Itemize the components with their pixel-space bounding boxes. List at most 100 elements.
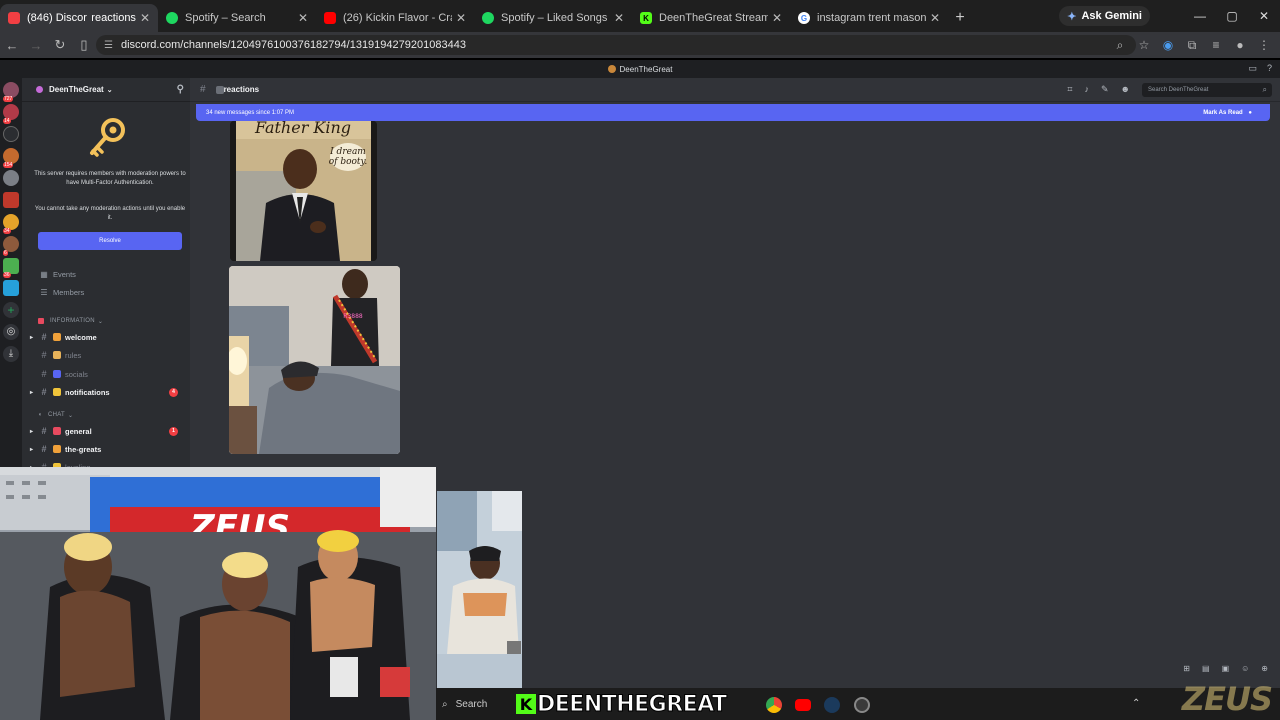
spotify-favicon-icon: [482, 12, 494, 24]
resolve-button[interactable]: Resolve: [38, 232, 182, 250]
channel-welcome[interactable]: ▸ # welcome: [30, 329, 186, 345]
server-icon[interactable]: [3, 170, 19, 186]
tab-label: instagram trent mason - Googl: [817, 12, 926, 24]
tab-close-icon[interactable]: ✕: [298, 11, 308, 25]
channel-name: the-greats: [65, 444, 102, 454]
gif-icon[interactable]: ▤: [1202, 664, 1210, 673]
threads-icon[interactable]: ⌗: [1067, 84, 1072, 95]
image-attachment[interactable]: R3888: [229, 266, 400, 454]
hash-icon: #: [41, 332, 47, 342]
steam-taskbar-icon[interactable]: [824, 697, 840, 713]
puzzle-icon[interactable]: ⧉: [1182, 35, 1202, 55]
server-icon[interactable]: [3, 280, 19, 296]
shirt-text: R3888: [343, 313, 363, 320]
back-arrow-icon[interactable]: ←: [0, 33, 24, 57]
category-information[interactable]: INFORMATION ⌄: [38, 315, 103, 327]
zoom-icon[interactable]: ⌕: [1110, 35, 1130, 55]
mute-bell-icon[interactable]: ♪: [1084, 84, 1089, 95]
sidebar-item-events[interactable]: ▦ Events: [38, 266, 76, 282]
server-icon[interactable]: 14: [3, 104, 19, 124]
book-title: Father King: [254, 121, 351, 137]
discover-icon[interactable]: ◎: [3, 324, 19, 340]
ask-gemini-button[interactable]: ✦ Ask Gemini: [1059, 6, 1150, 26]
search-input[interactable]: Search DeenTheGreat ⌕: [1142, 83, 1272, 97]
app-taskbar-icon[interactable]: [854, 697, 870, 713]
channel-general[interactable]: ▸ # general 1: [30, 423, 186, 439]
forward-arrow-icon[interactable]: →: [24, 33, 48, 57]
emoji-icon[interactable]: ☺: [1241, 664, 1249, 673]
sidebar-item-members[interactable]: ☰ Members: [38, 284, 84, 300]
server-icon[interactable]: 727: [3, 82, 19, 102]
tab-spotify-liked[interactable]: Spotify – Liked Songs ✕: [474, 4, 632, 32]
server-icon[interactable]: [3, 126, 19, 142]
chrome-taskbar-icon[interactable]: [766, 697, 782, 713]
tab-spotify-search[interactable]: Spotify – Search ✕: [158, 4, 316, 32]
unread-badge: 14: [3, 118, 11, 124]
search-icon: ⌕: [442, 698, 448, 710]
tab-close-icon[interactable]: ✕: [930, 11, 940, 25]
discord-favicon-icon: [8, 12, 20, 24]
close-icon[interactable]: ✕: [1248, 0, 1280, 32]
download-icon[interactable]: ⤓: [3, 346, 19, 362]
category-icon: [38, 318, 44, 324]
server-icon[interactable]: [3, 192, 19, 208]
extension-icon[interactable]: ◉: [1158, 35, 1178, 55]
channel-the-greats[interactable]: ▸ # the-greats: [30, 441, 186, 457]
youtube-taskbar-icon[interactable]: [795, 699, 811, 711]
minimize-icon[interactable]: —: [1184, 0, 1216, 32]
channel-notifications[interactable]: ▸ # notifications 4: [30, 384, 186, 400]
image-attachment[interactable]: Father King I dream of booty.: [230, 121, 377, 261]
invite-people-icon[interactable]: ⚲: [177, 84, 184, 95]
apps-icon[interactable]: ⊕: [1261, 664, 1268, 673]
url-field[interactable]: ☰ discord.com/channels/12049761003761827…: [96, 35, 1136, 55]
member-list-icon[interactable]: ☻: [1121, 84, 1130, 95]
pin-icon[interactable]: ✎: [1101, 84, 1109, 95]
tray-chevron-up-icon[interactable]: ⌃: [1132, 698, 1140, 709]
inbox-icon[interactable]: ▭: [1248, 63, 1257, 74]
tab-close-icon[interactable]: ✕: [614, 11, 624, 25]
zeus-watermark: ZEUS: [1181, 680, 1273, 718]
tab-kick-stream[interactable]: K DeenTheGreat Stream - Watch ✕: [632, 4, 790, 32]
mention-badge: 1: [169, 426, 178, 436]
server-header[interactable]: DeenTheGreat ⌄ ⚲: [22, 78, 190, 102]
channel-rules[interactable]: # rules: [30, 347, 186, 363]
new-messages-bar[interactable]: 34 new messages since 1:07 PM Mark As Re…: [196, 104, 1270, 121]
help-icon[interactable]: ?: [1267, 63, 1272, 74]
channel-emoji-icon: [53, 445, 61, 453]
server-icon: [36, 86, 43, 93]
add-server-icon[interactable]: +: [3, 302, 19, 318]
tab-discord[interactable]: (846) Discord | # reactions ✕: [0, 4, 158, 32]
split-view-icon[interactable]: ▯: [72, 33, 96, 57]
server-icon[interactable]: 34: [3, 214, 19, 234]
site-info-icon[interactable]: ☰: [104, 40, 113, 51]
channel-emoji-icon: [53, 333, 61, 341]
sticker-icon[interactable]: ▣: [1222, 664, 1230, 673]
new-tab-button[interactable]: +: [948, 4, 972, 32]
server-icon[interactable]: 154: [3, 148, 19, 168]
members-icon: ☰: [40, 287, 48, 297]
search-icon: ⌕: [1262, 85, 1267, 94]
channel-name: welcome: [65, 332, 97, 342]
server-icon[interactable]: 36: [3, 258, 19, 278]
profile-avatar[interactable]: ●: [1230, 35, 1250, 55]
kick-logo-icon: K: [516, 694, 536, 714]
bookmark-star-icon[interactable]: ☆: [1134, 35, 1154, 55]
tab-google[interactable]: G instagram trent mason - Googl ✕: [790, 4, 948, 32]
server-icon[interactable]: 6: [3, 236, 19, 256]
channel-socials[interactable]: # socials: [30, 366, 186, 382]
tab-youtube[interactable]: (26) Kickin Flavor - Crash Out 8 ✕: [316, 4, 474, 32]
tab-close-icon[interactable]: ✕: [140, 11, 150, 25]
category-chat[interactable]: ◖ CHAT ⌄: [38, 409, 73, 421]
gift-icon[interactable]: ⊞: [1183, 664, 1190, 673]
channel-emoji-icon: [53, 351, 61, 359]
tab-close-icon[interactable]: ✕: [772, 11, 782, 25]
reading-list-icon[interactable]: ≡: [1206, 35, 1226, 55]
sidebar-item-label: Members: [53, 287, 85, 297]
taskbar-search[interactable]: ⌕ Search: [442, 694, 522, 714]
maximize-icon[interactable]: ▢: [1216, 0, 1248, 32]
tab-close-icon[interactable]: ✕: [456, 11, 466, 25]
unread-badge: 36: [3, 272, 11, 278]
reload-icon[interactable]: ↻: [48, 33, 72, 57]
kebab-menu-icon[interactable]: ⋮: [1254, 35, 1274, 55]
mark-as-read-button[interactable]: Mark As Read ●: [1203, 110, 1252, 116]
